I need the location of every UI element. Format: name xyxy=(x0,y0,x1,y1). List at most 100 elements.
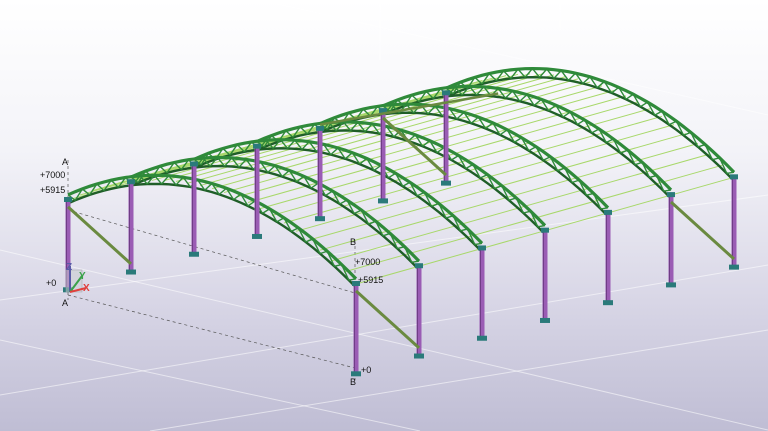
truss-web xyxy=(451,154,459,161)
truss-web xyxy=(514,137,522,143)
column-base xyxy=(189,251,199,257)
truss-web xyxy=(611,86,620,94)
truss-web xyxy=(533,98,542,106)
truss-web xyxy=(571,179,580,184)
column-cap xyxy=(415,263,423,269)
truss-web xyxy=(523,210,531,214)
grid-a-level-0: +0 xyxy=(46,278,56,288)
truss-web xyxy=(411,260,420,264)
column-cap xyxy=(541,227,549,233)
truss-web xyxy=(508,197,517,201)
truss-bottom-chord xyxy=(67,182,357,289)
truss-web xyxy=(402,181,411,187)
truss-web xyxy=(218,187,227,195)
truss-web xyxy=(591,128,600,134)
grid-b-label-top: B xyxy=(350,237,356,247)
truss-web xyxy=(460,228,468,232)
truss-web xyxy=(348,278,357,281)
truss-web xyxy=(388,172,396,179)
grid-b-level-7000: +7000 xyxy=(355,257,380,267)
truss-web xyxy=(634,161,643,166)
column-cap xyxy=(667,192,675,198)
column-cap xyxy=(478,245,486,251)
column-cap xyxy=(190,161,198,167)
grid-line xyxy=(259,0,768,116)
truss-web xyxy=(359,157,368,165)
column-base xyxy=(252,233,262,239)
column-base xyxy=(540,317,550,323)
truss-web xyxy=(296,175,305,183)
arched-trusses xyxy=(67,66,736,289)
grid-line-level-5915 xyxy=(67,209,356,294)
column-cap xyxy=(604,209,612,215)
column-cap xyxy=(442,90,450,96)
column-cap xyxy=(253,143,261,149)
column-base xyxy=(477,335,487,341)
truss-web xyxy=(485,122,494,130)
truss-web xyxy=(281,169,290,178)
truss-web xyxy=(325,190,333,197)
truss-web xyxy=(344,152,353,160)
grid-a-level-5915: +5915 xyxy=(40,185,65,195)
truss-web xyxy=(233,193,242,201)
truss-web xyxy=(625,93,634,100)
truss-web xyxy=(397,246,405,250)
truss-web xyxy=(276,217,285,223)
truss-web xyxy=(654,110,663,116)
z-axis-label: Z xyxy=(66,262,72,273)
column-cap xyxy=(127,179,135,185)
column-base xyxy=(603,300,613,306)
grid-line xyxy=(149,329,768,431)
grid-line xyxy=(0,249,768,431)
structure-3d-view[interactable]: A +7000 +5915 +0 A B +7000 +5915 +0 B Z … xyxy=(0,0,768,431)
truss-web xyxy=(474,242,483,246)
truss-web xyxy=(663,189,672,192)
grid-b-level-0: +0 xyxy=(361,365,371,375)
truss-web xyxy=(339,199,348,205)
grid-a-label-bottom: A xyxy=(62,298,68,308)
truss-web xyxy=(204,183,213,191)
truss-web xyxy=(726,171,735,175)
y-axis-label: Y xyxy=(79,271,86,282)
truss-web xyxy=(334,263,342,268)
column-base xyxy=(351,371,361,377)
truss-web xyxy=(504,90,514,99)
truss-web xyxy=(600,207,609,210)
truss-web xyxy=(668,120,677,126)
column-cap xyxy=(316,125,324,131)
truss-web xyxy=(528,146,537,152)
grid-a-label-top: A xyxy=(62,157,68,167)
truss-web xyxy=(640,101,648,108)
wall-brace xyxy=(66,205,133,266)
grid-a-level-7000: +7000 xyxy=(40,170,65,180)
wall-brace xyxy=(669,200,736,261)
grid-line-level-0 xyxy=(67,294,356,369)
column-cap xyxy=(730,174,738,180)
truss-web xyxy=(465,163,474,170)
truss-web xyxy=(567,72,577,81)
column-base xyxy=(441,180,451,186)
truss-web xyxy=(262,208,270,214)
grid-b-level-5915: +5915 xyxy=(358,275,383,285)
column-base xyxy=(126,269,136,275)
x-axis-label: X xyxy=(83,283,90,294)
truss-web xyxy=(537,224,546,228)
model-viewport[interactable]: A +7000 +5915 +0 A B +7000 +5915 +0 B Z … xyxy=(0,0,768,431)
grid-b-label-bottom: B xyxy=(350,377,356,387)
truss-web xyxy=(586,192,594,196)
column-base xyxy=(414,353,424,359)
column-base xyxy=(666,282,676,288)
truss-web xyxy=(649,174,657,179)
column-cap xyxy=(64,197,72,202)
truss-web xyxy=(305,238,314,243)
truss-web xyxy=(422,140,431,147)
truss-web xyxy=(712,157,720,161)
column-base xyxy=(378,198,388,204)
truss-web xyxy=(548,104,557,112)
truss-web xyxy=(577,119,585,126)
work-plane-grid xyxy=(0,0,768,431)
coordinate-axes: Z Y X xyxy=(65,262,90,294)
wall-brace xyxy=(381,116,448,177)
truss-web xyxy=(470,116,479,124)
column-base xyxy=(729,264,739,270)
